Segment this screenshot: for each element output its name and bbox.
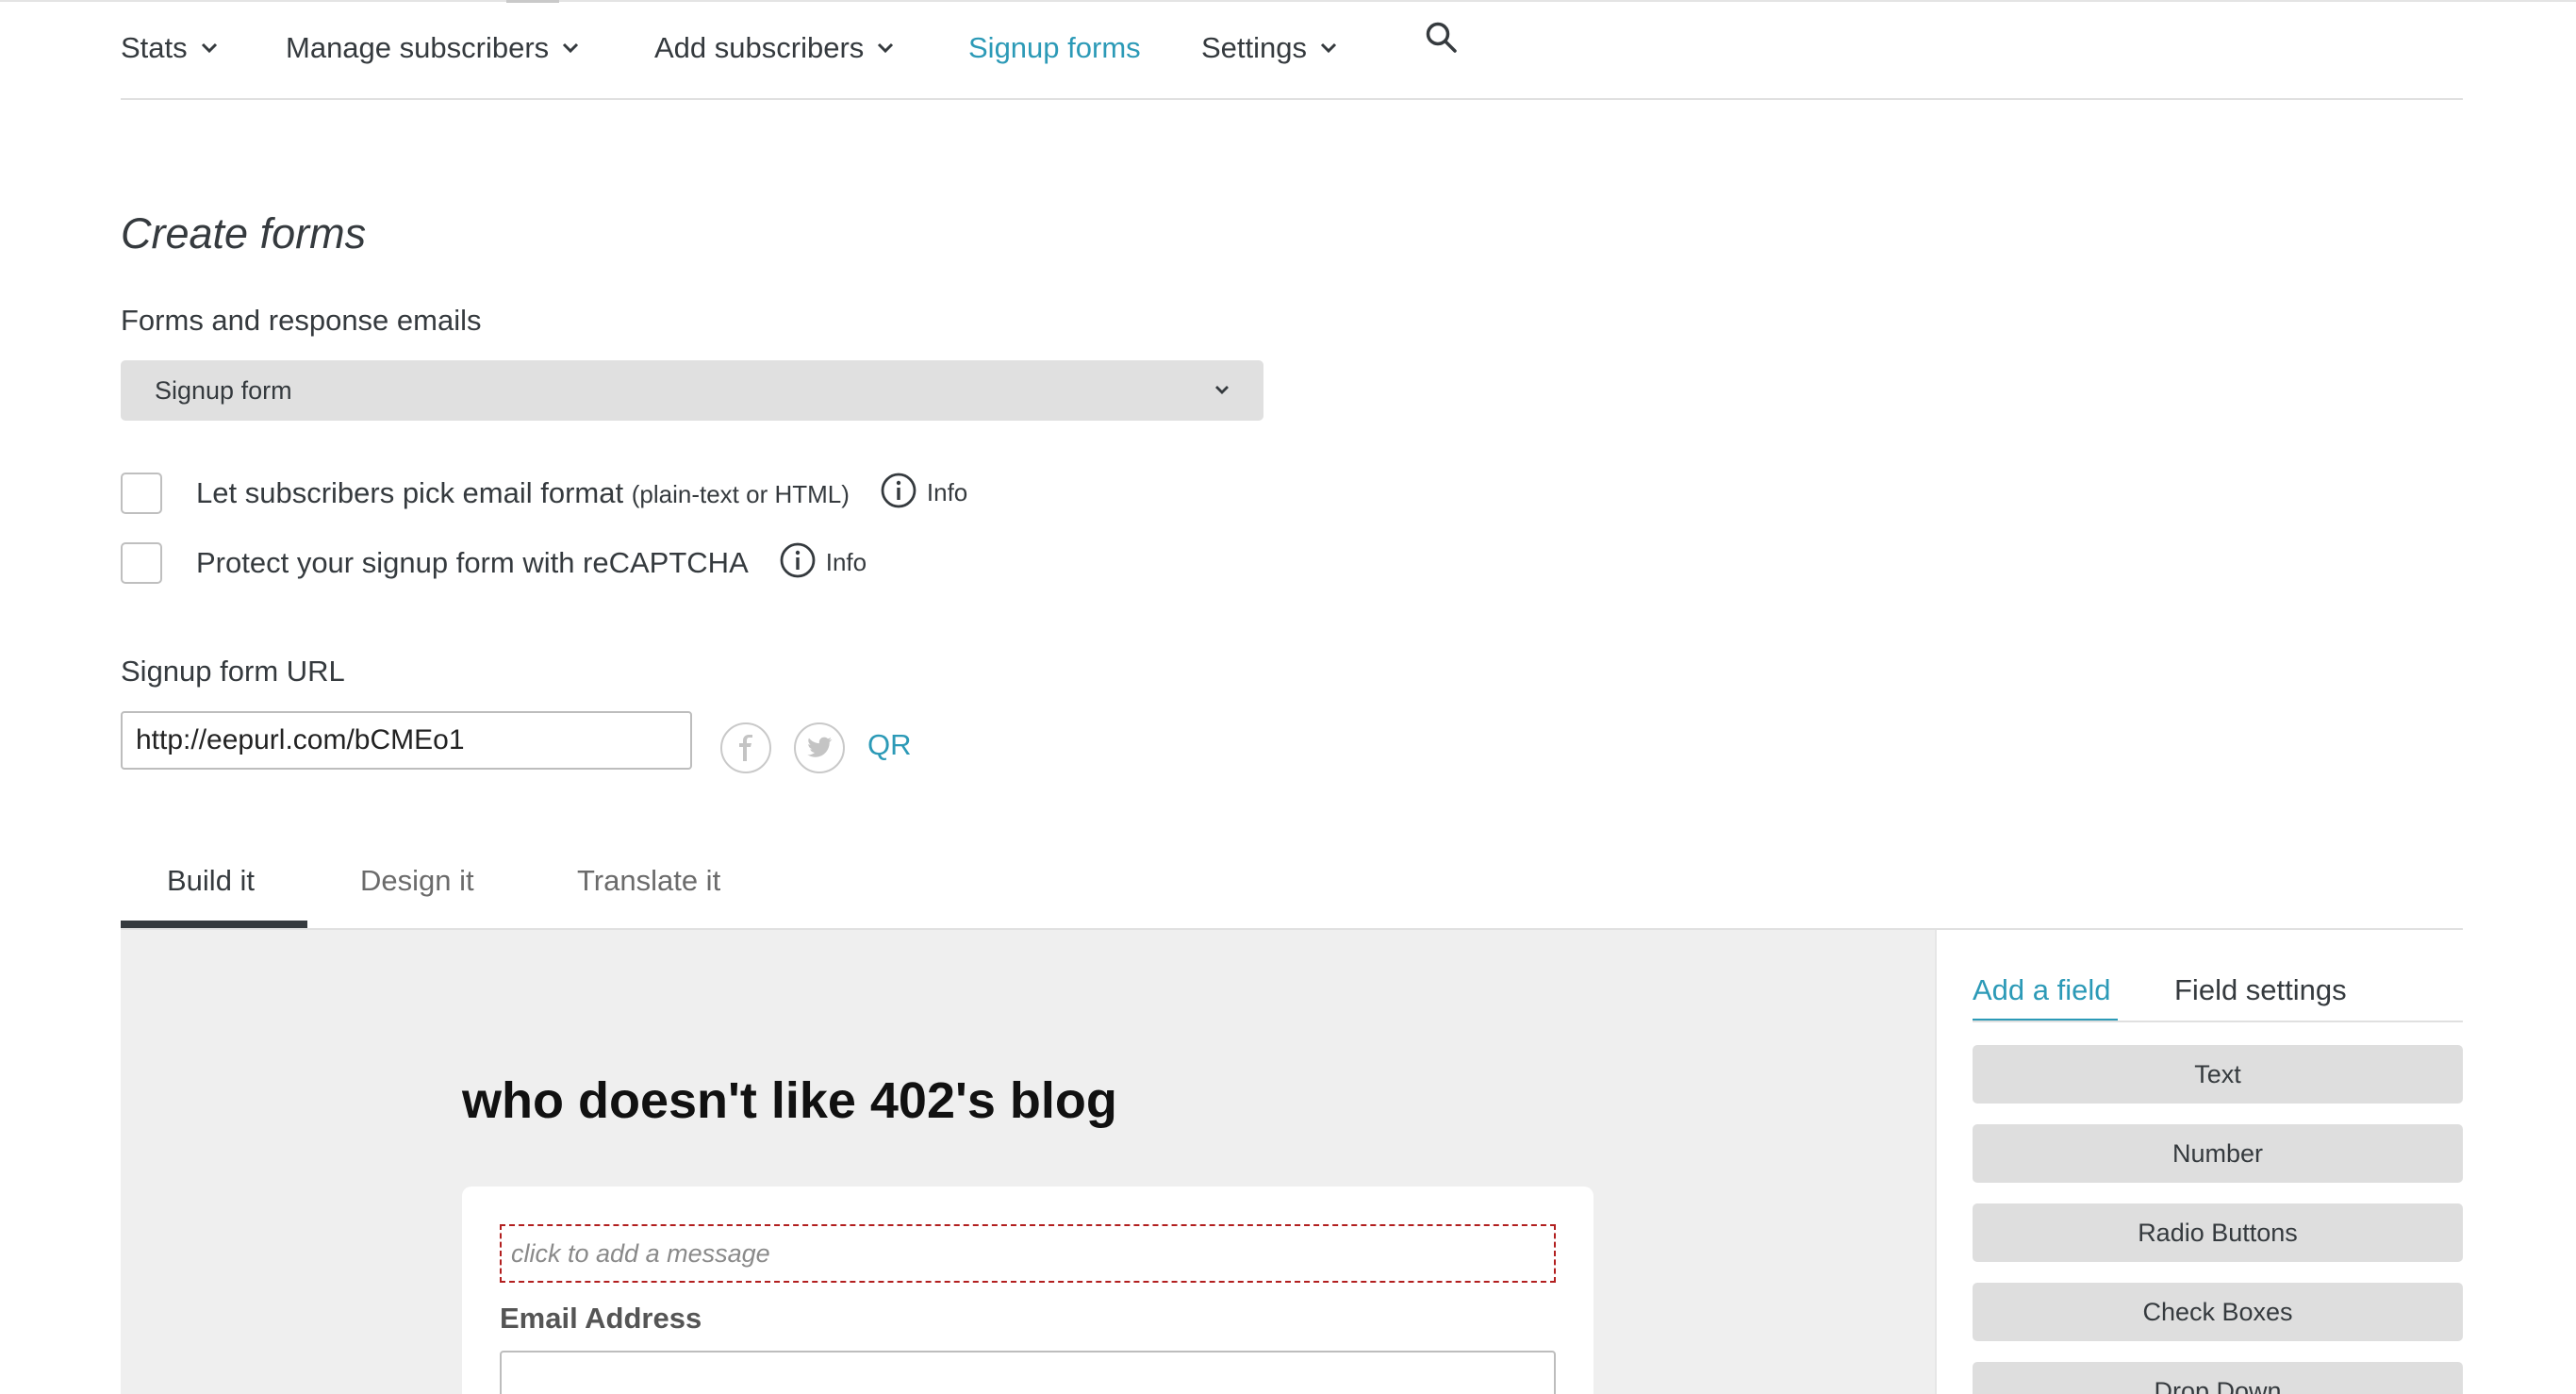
- top-border: [0, 0, 2576, 2]
- nav-item-signup-forms[interactable]: Signup forms: [968, 31, 1141, 65]
- add-check-boxes-field-button[interactable]: Check Boxes: [1973, 1283, 2463, 1341]
- nav-item-label: Signup forms: [968, 31, 1141, 64]
- email-format-note: (plain-text or HTML): [631, 479, 850, 508]
- qr-link[interactable]: QR: [867, 728, 912, 762]
- info-icon: [779, 541, 817, 584]
- email-format-label: Let subscribers pick email format (plain…: [196, 476, 850, 510]
- nav-item-add-subscribers[interactable]: Add subscribers: [654, 31, 894, 65]
- signup-url-field[interactable]: [121, 711, 692, 770]
- email-format-info[interactable]: Info: [880, 472, 967, 514]
- side-tabs-divider: [1973, 1021, 2463, 1022]
- active-tab-indicator: [121, 921, 307, 928]
- forms-select-label: Forms and response emails: [121, 304, 482, 337]
- recaptcha-info[interactable]: Info: [779, 541, 867, 584]
- chevron-down-icon: [1214, 382, 1230, 399]
- signup-url-label: Signup form URL: [121, 655, 345, 688]
- tab-field-settings[interactable]: Field settings: [2174, 973, 2347, 1007]
- top-border-accent: [506, 0, 559, 3]
- add-message-placeholder: click to add a message: [511, 1238, 770, 1268]
- facebook-icon[interactable]: [720, 722, 771, 773]
- add-text-field-button[interactable]: Text: [1973, 1045, 2463, 1104]
- info-icon: [880, 472, 917, 514]
- nav-item-manage-subscribers[interactable]: Manage subscribers: [286, 31, 579, 65]
- recaptcha-checkbox[interactable]: [121, 541, 162, 584]
- add-drop-down-field-button[interactable]: Drop Down: [1973, 1362, 2463, 1394]
- tab-build-it[interactable]: Build it: [167, 864, 255, 898]
- nav-item-settings[interactable]: Settings: [1201, 31, 1337, 65]
- nav-item-label: Stats: [121, 31, 188, 64]
- form-type-select-value: Signup form: [155, 375, 292, 405]
- form-type-select[interactable]: Signup form: [121, 360, 1263, 421]
- tab-translate-it[interactable]: Translate it: [577, 864, 720, 898]
- email-address-label[interactable]: Email Address: [500, 1302, 702, 1336]
- recaptcha-label: Protect your signup form with reCAPTCHA: [196, 545, 749, 579]
- email-format-label-text: Let subscribers pick email format: [196, 475, 624, 509]
- nav-item-stats[interactable]: Stats: [121, 31, 218, 65]
- twitter-icon[interactable]: [794, 722, 845, 773]
- add-radio-buttons-field-button[interactable]: Radio Buttons: [1973, 1203, 2463, 1262]
- recaptcha-option: Protect your signup form with reCAPTCHA …: [121, 541, 867, 584]
- nav-divider: [121, 98, 2463, 100]
- nav-item-label: Manage subscribers: [286, 31, 550, 64]
- page-title: Create forms: [121, 209, 367, 257]
- chevron-down-icon: [201, 42, 218, 54]
- add-message-box[interactable]: click to add a message: [500, 1224, 1556, 1283]
- nav-item-label: Add subscribers: [654, 31, 865, 64]
- info-label: Info: [926, 478, 968, 506]
- add-number-field-button[interactable]: Number: [1973, 1124, 2463, 1183]
- info-label: Info: [825, 548, 867, 576]
- page: Stats Manage subscribers Add subscribers…: [0, 0, 2576, 1394]
- tab-design-it[interactable]: Design it: [360, 864, 474, 898]
- nav-item-label: Settings: [1201, 31, 1308, 64]
- chevron-down-icon: [1320, 42, 1337, 54]
- tab-add-a-field[interactable]: Add a field: [1973, 973, 2111, 1007]
- search-icon[interactable]: [1425, 21, 1459, 59]
- chevron-down-icon: [877, 42, 894, 54]
- email-format-checkbox[interactable]: [121, 472, 162, 514]
- chevron-down-icon: [562, 42, 579, 54]
- form-preview-card: click to add a message Email Address: [462, 1187, 1593, 1394]
- form-title[interactable]: who doesn't like 402's blog: [462, 1071, 1117, 1130]
- email-address-field[interactable]: [500, 1351, 1556, 1394]
- email-format-option: Let subscribers pick email format (plain…: [121, 472, 967, 514]
